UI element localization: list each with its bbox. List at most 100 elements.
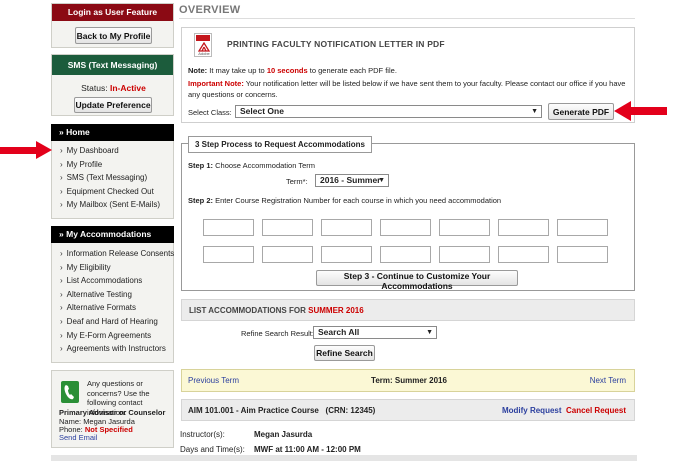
contact-box: Any questions or concerns? Use the follo… bbox=[51, 370, 174, 448]
pdf-important-note: Important Note: Your notification letter… bbox=[188, 79, 626, 99]
term-select[interactable]: 2016 - Summer ▼ bbox=[315, 174, 389, 187]
crn-input-1[interactable] bbox=[203, 219, 254, 236]
refine-select[interactable]: Search All ▼ bbox=[313, 326, 437, 339]
update-preference-button[interactable]: Update Preference bbox=[74, 97, 152, 113]
crn-input-2[interactable] bbox=[262, 219, 313, 236]
chevron-right-icon: › bbox=[60, 316, 63, 326]
crn-input-5[interactable] bbox=[439, 219, 490, 236]
login-feature-header: Login as User Feature bbox=[52, 4, 173, 21]
list-accommodations-header: LIST ACCOMMODATIONS FOR SUMMER 2016 bbox=[181, 299, 635, 321]
step1: Step 1: Choose Accommodation Term bbox=[188, 161, 316, 170]
course-crn: (CRN: 12345) bbox=[325, 406, 376, 415]
chevron-right-icon: › bbox=[60, 330, 63, 340]
select-class-dropdown[interactable]: Select One ▼ bbox=[235, 105, 542, 118]
nav-item-eform-agreements[interactable]: › My E-Form Agreements bbox=[52, 329, 173, 343]
login-feature-box: Login as User Feature Back to My Profile bbox=[51, 3, 174, 48]
accommodations-nav-list: › Information Release Consents › My Eligib… bbox=[51, 243, 174, 363]
dropdown-arrow-icon: ▼ bbox=[378, 177, 385, 184]
list-title-term: SUMMER 2016 bbox=[308, 306, 364, 315]
nav-item-list-accommodations[interactable]: › List Accommodations bbox=[52, 274, 173, 288]
nav-item-mailbox[interactable]: › My Mailbox (Sent E-Mails) bbox=[52, 198, 173, 212]
chevron-right-icon: › bbox=[60, 159, 63, 169]
chevron-right-icon: › bbox=[60, 289, 63, 299]
accommodations-nav-header: » My Accommodations bbox=[51, 226, 174, 243]
instructor-value: Megan Jasurda bbox=[254, 430, 313, 439]
nav-item-instructor-agreements[interactable]: › Agreements with Instructors bbox=[52, 342, 173, 356]
modify-request-link[interactable]: Modify Request bbox=[502, 406, 562, 415]
nav-item-dashboard[interactable]: › My Dashboard bbox=[52, 144, 173, 158]
back-to-profile-button[interactable]: Back to My Profile bbox=[75, 27, 152, 44]
pdf-note: Note: It may take up to 10 seconds to ge… bbox=[188, 66, 397, 75]
refine-search-button[interactable]: Refine Search bbox=[314, 345, 375, 361]
nav-item-sms[interactable]: › SMS (Text Messaging) bbox=[52, 171, 173, 185]
crn-input-12[interactable] bbox=[439, 246, 490, 263]
chevron-right-icon: › bbox=[60, 146, 63, 155]
sms-box: SMS (Text Messaging) Status: In-Active U… bbox=[51, 54, 174, 116]
chevron-right-icon: › bbox=[60, 249, 63, 258]
double-chevron-down-icon: » bbox=[59, 229, 64, 239]
crn-input-6[interactable] bbox=[498, 219, 549, 236]
sms-status: Status: In-Active bbox=[52, 83, 175, 93]
page-title: OVERVIEW bbox=[179, 4, 241, 16]
pdf-icon: Adobe bbox=[194, 33, 212, 57]
continue-customize-button[interactable]: Step 3 - Continue to Customize Your Acco… bbox=[316, 270, 518, 291]
title-underline bbox=[179, 18, 635, 19]
pdf-title: PRINTING FACULTY NOTIFICATION LETTER IN … bbox=[227, 39, 445, 49]
chevron-right-icon: › bbox=[60, 276, 63, 286]
accommodations-header-label: My Accommodations bbox=[66, 229, 152, 239]
instructor-label: Instructor(s): bbox=[180, 430, 225, 439]
phone-icon bbox=[61, 381, 79, 403]
days-label: Days and Time(s): bbox=[180, 445, 245, 454]
crn-input-9[interactable] bbox=[262, 246, 313, 263]
step2: Step 2: Enter Course Registration Number… bbox=[188, 196, 502, 205]
crn-input-10[interactable] bbox=[321, 246, 372, 263]
nav-item-deaf-hard-hearing[interactable]: › Deaf and Hard of Hearing bbox=[52, 315, 173, 329]
chevron-right-icon: › bbox=[60, 262, 63, 272]
chevron-right-icon: › bbox=[60, 200, 63, 210]
dropdown-arrow-icon: ▼ bbox=[531, 108, 538, 115]
home-header-label: Home bbox=[66, 127, 90, 137]
nav-item-profile[interactable]: › My Profile bbox=[52, 158, 173, 172]
crn-input-8[interactable] bbox=[203, 246, 254, 263]
nav-item-alternative-formats[interactable]: › Alternative Formats bbox=[52, 301, 173, 315]
chevron-right-icon: › bbox=[60, 173, 63, 183]
crn-input-4[interactable] bbox=[380, 219, 431, 236]
sms-status-value: In-Active bbox=[109, 83, 146, 93]
cancel-request-link[interactable]: Cancel Request bbox=[566, 406, 626, 415]
generate-pdf-button[interactable]: Generate PDF bbox=[548, 103, 614, 120]
days-value: MWF at 11:00 AM - 12:00 PM bbox=[254, 445, 361, 454]
dropdown-arrow-icon: ▼ bbox=[426, 329, 433, 336]
sms-status-label: Status: bbox=[81, 83, 108, 93]
term-label: Term*: bbox=[286, 177, 308, 186]
pdf-panel: Adobe PRINTING FACULTY NOTIFICATION LETT… bbox=[181, 27, 635, 123]
select-class-label: Select Class: bbox=[188, 108, 232, 117]
list-title: LIST ACCOMMODATIONS FOR bbox=[189, 306, 306, 315]
crn-input-7[interactable] bbox=[557, 219, 608, 236]
term-display: Term: Summer 2016 bbox=[371, 376, 447, 385]
course-header: AIM 101.001 - Aim Practice Course (CRN: … bbox=[181, 399, 635, 421]
chevron-right-icon: › bbox=[60, 186, 63, 196]
term-nav-bar: Previous Term Term: Summer 2016 Next Ter… bbox=[181, 369, 635, 392]
crn-input-14[interactable] bbox=[557, 246, 608, 263]
crn-input-13[interactable] bbox=[498, 246, 549, 263]
chevron-right-icon: › bbox=[60, 344, 63, 354]
contact-role: Primary Advisor or Counselor bbox=[59, 408, 166, 417]
nav-item-release-consents[interactable]: › Information Release Consents bbox=[52, 247, 174, 261]
nav-item-equipment[interactable]: › Equipment Checked Out bbox=[52, 185, 173, 199]
footer-strip bbox=[51, 455, 637, 461]
course-title: AIM 101.001 - Aim Practice Course bbox=[188, 406, 319, 415]
step-process-legend: 3 Step Process to Request Accommodations bbox=[188, 136, 372, 153]
chevron-right-icon: › bbox=[60, 303, 63, 313]
refine-label: Refine Search Result: bbox=[241, 329, 314, 338]
crn-input-3[interactable] bbox=[321, 219, 372, 236]
sms-header: SMS (Text Messaging) bbox=[52, 55, 173, 75]
home-nav-header: » Home bbox=[51, 124, 174, 141]
crn-input-11[interactable] bbox=[380, 246, 431, 263]
nav-item-eligibility[interactable]: › My Eligibility bbox=[52, 261, 173, 275]
home-nav-list: › My Dashboard › My Profile › SMS (Text Mes… bbox=[51, 141, 174, 219]
send-email-link[interactable]: Send Email bbox=[59, 433, 97, 442]
step-process-panel: 3 Step Process to Request Accommodations… bbox=[181, 136, 635, 291]
next-term-link[interactable]: Next Term bbox=[590, 376, 626, 385]
double-chevron-down-icon: » bbox=[59, 127, 64, 137]
nav-item-alternative-testing[interactable]: › Alternative Testing bbox=[52, 288, 173, 302]
